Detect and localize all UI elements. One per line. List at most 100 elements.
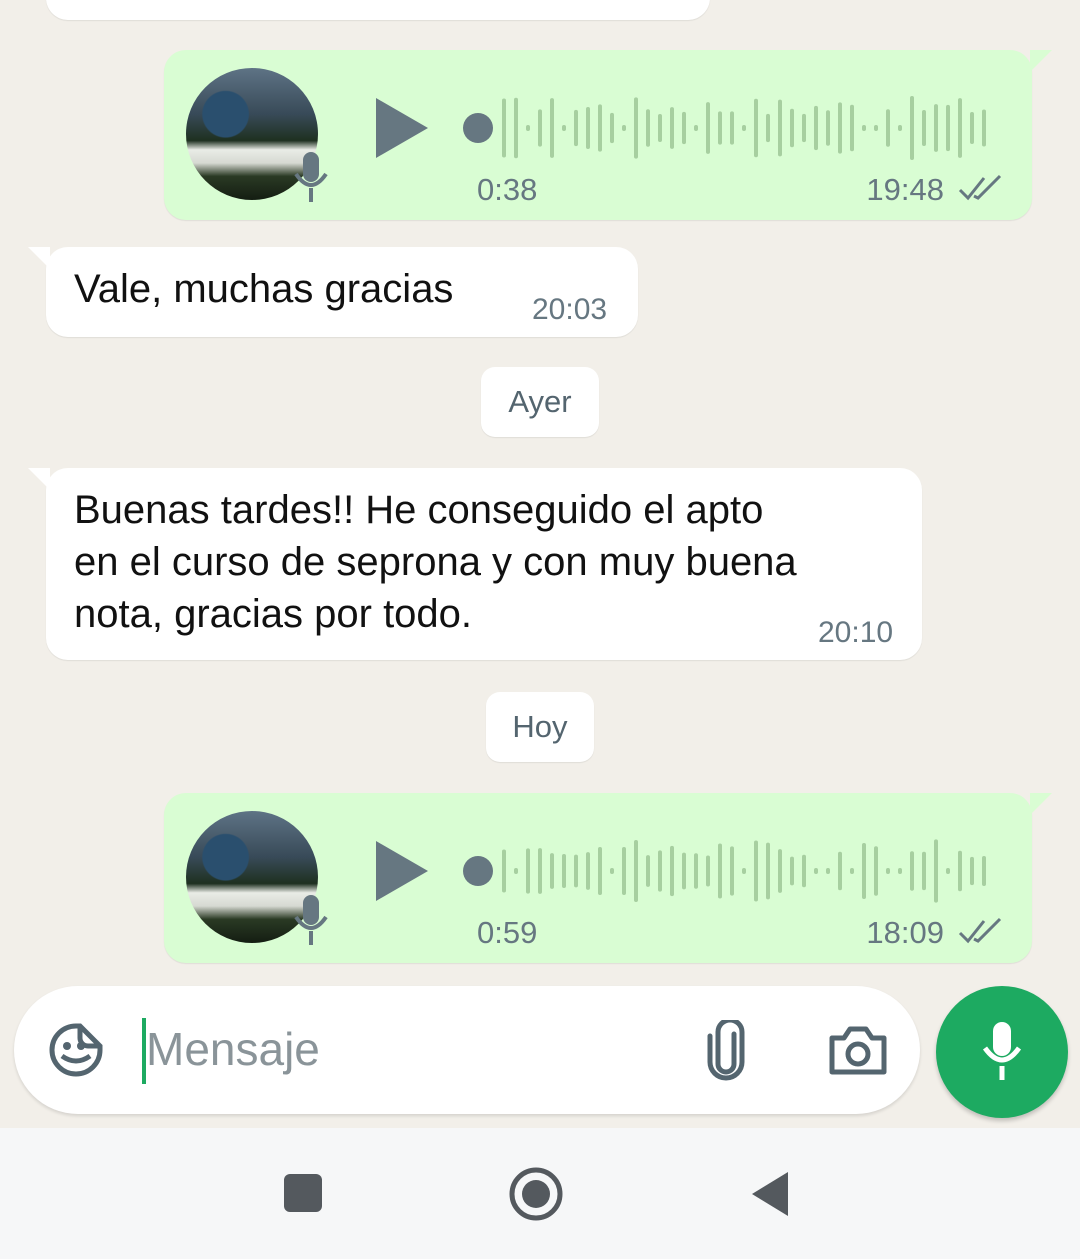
record-voice-button[interactable] [936, 986, 1068, 1118]
waveform-bar [586, 106, 590, 150]
waveform-bar [742, 125, 746, 131]
waveform-bar [982, 855, 986, 887]
waveform-bar [970, 111, 974, 145]
waveform-bar [634, 840, 638, 902]
waveform-bar [610, 112, 614, 144]
waveform-bar [586, 852, 590, 890]
waveform-bar [574, 109, 578, 147]
mic-icon [982, 1022, 1022, 1080]
double-check-icon [958, 174, 1002, 201]
waveform-bar [658, 850, 662, 892]
waveform-bar [790, 108, 794, 148]
double-check-icon [958, 917, 1002, 944]
waveform-bar [754, 840, 758, 902]
waveform-bar [622, 125, 626, 131]
waveform-bar [802, 854, 806, 888]
waveform-bar [778, 849, 782, 893]
message-composer[interactable]: Mensaje [14, 986, 920, 1114]
waveform-bar [574, 854, 578, 888]
text-message-1: Vale, muchas gracias 20:03 [28, 247, 638, 337]
waveform-bar [826, 110, 830, 146]
waveform-bar [838, 851, 842, 891]
back-triangle-icon[interactable] [748, 1170, 790, 1218]
waveform-bar [550, 853, 554, 889]
waveform-bar [898, 125, 902, 131]
voice-duration: 0:59 [477, 915, 538, 950]
waveform-bar [718, 111, 722, 145]
waveform-bar [730, 111, 734, 145]
waveform-bar [514, 868, 518, 874]
waveform-bar [862, 842, 866, 900]
waveform-bar [598, 847, 602, 895]
waveform-bar [526, 848, 530, 894]
home-circle-icon[interactable] [508, 1166, 564, 1222]
message-text: Vale, muchas gracias [74, 267, 454, 311]
waveform-bar [598, 104, 602, 152]
waveform-bar [742, 868, 746, 874]
waveform-bar [790, 856, 794, 886]
waveform-bar [910, 96, 914, 160]
message-time: 19:48 [866, 172, 944, 207]
message-time: 20:03 [532, 293, 608, 326]
recents-square-icon[interactable] [284, 1174, 322, 1212]
message-time: 20:10 [818, 616, 894, 649]
waveform-bar [766, 113, 770, 143]
waveform-bar [526, 125, 530, 131]
waveform-bar [958, 850, 962, 892]
date-divider-ayer: Ayer [481, 367, 599, 437]
waveform-bar [514, 97, 518, 159]
waveform-bar [538, 848, 542, 894]
play-button[interactable] [376, 841, 428, 901]
waveform-bar [958, 98, 962, 158]
waveform-bar [874, 846, 878, 896]
waveform-bar [778, 99, 782, 157]
waveform-bar [838, 102, 842, 154]
message-line: en el curso de seprona y con muy buena [74, 540, 797, 584]
waveform-bar [682, 111, 686, 145]
waveform-bar [730, 846, 734, 896]
text-message-2: Buenas tardes!! He conseguido el apto en… [28, 468, 922, 660]
message-time: 18:09 [866, 915, 944, 950]
waveform-bar [886, 868, 890, 874]
waveform-bar [922, 110, 926, 146]
waveform-bar [658, 113, 662, 143]
waveform-bar [766, 842, 770, 900]
waveform-bar [754, 98, 758, 158]
waveform-bar [814, 105, 818, 151]
attach-icon[interactable] [704, 1020, 748, 1082]
waveform-bar [538, 109, 542, 147]
waveform-bar [934, 839, 938, 903]
previous-message-bubble [46, 0, 710, 20]
date-divider-hoy: Hoy [486, 692, 594, 762]
waveform-bar [562, 854, 566, 888]
waveform[interactable] [462, 95, 1002, 161]
system-navigation-bar [0, 1128, 1080, 1259]
waveform-bar [622, 846, 626, 896]
waveform-bar [886, 109, 890, 147]
message-line: Buenas tardes!! He conseguido el apto [74, 488, 764, 532]
play-button[interactable] [376, 98, 428, 158]
sticker-icon[interactable] [48, 1022, 104, 1078]
waveform-bar [850, 104, 854, 152]
message-input[interactable]: Mensaje [146, 1022, 320, 1076]
waveform-bar [934, 104, 938, 152]
voice-message-2: 0:59 18:09 [164, 793, 1052, 963]
waveform-bar [646, 109, 650, 147]
waveform-bar [826, 868, 830, 874]
waveform-bar [850, 868, 854, 874]
camera-icon[interactable] [828, 1024, 888, 1076]
waveform-bar [670, 845, 674, 897]
waveform-bar [502, 849, 506, 893]
waveform-bar [802, 113, 806, 143]
waveform-bar [550, 98, 554, 158]
voice-mic-icon [294, 152, 328, 202]
waveform-bar [610, 868, 614, 874]
message-text: Buenas tardes!! He conseguido el apto en… [74, 484, 797, 640]
waveform-bar [874, 125, 878, 131]
message-line: nota, gracias por todo. [74, 592, 473, 636]
waveform-bar [982, 109, 986, 147]
waveform-bar [898, 868, 902, 874]
waveform[interactable] [462, 838, 1002, 904]
waveform-bar [970, 856, 974, 886]
waveform-bar [706, 102, 710, 154]
